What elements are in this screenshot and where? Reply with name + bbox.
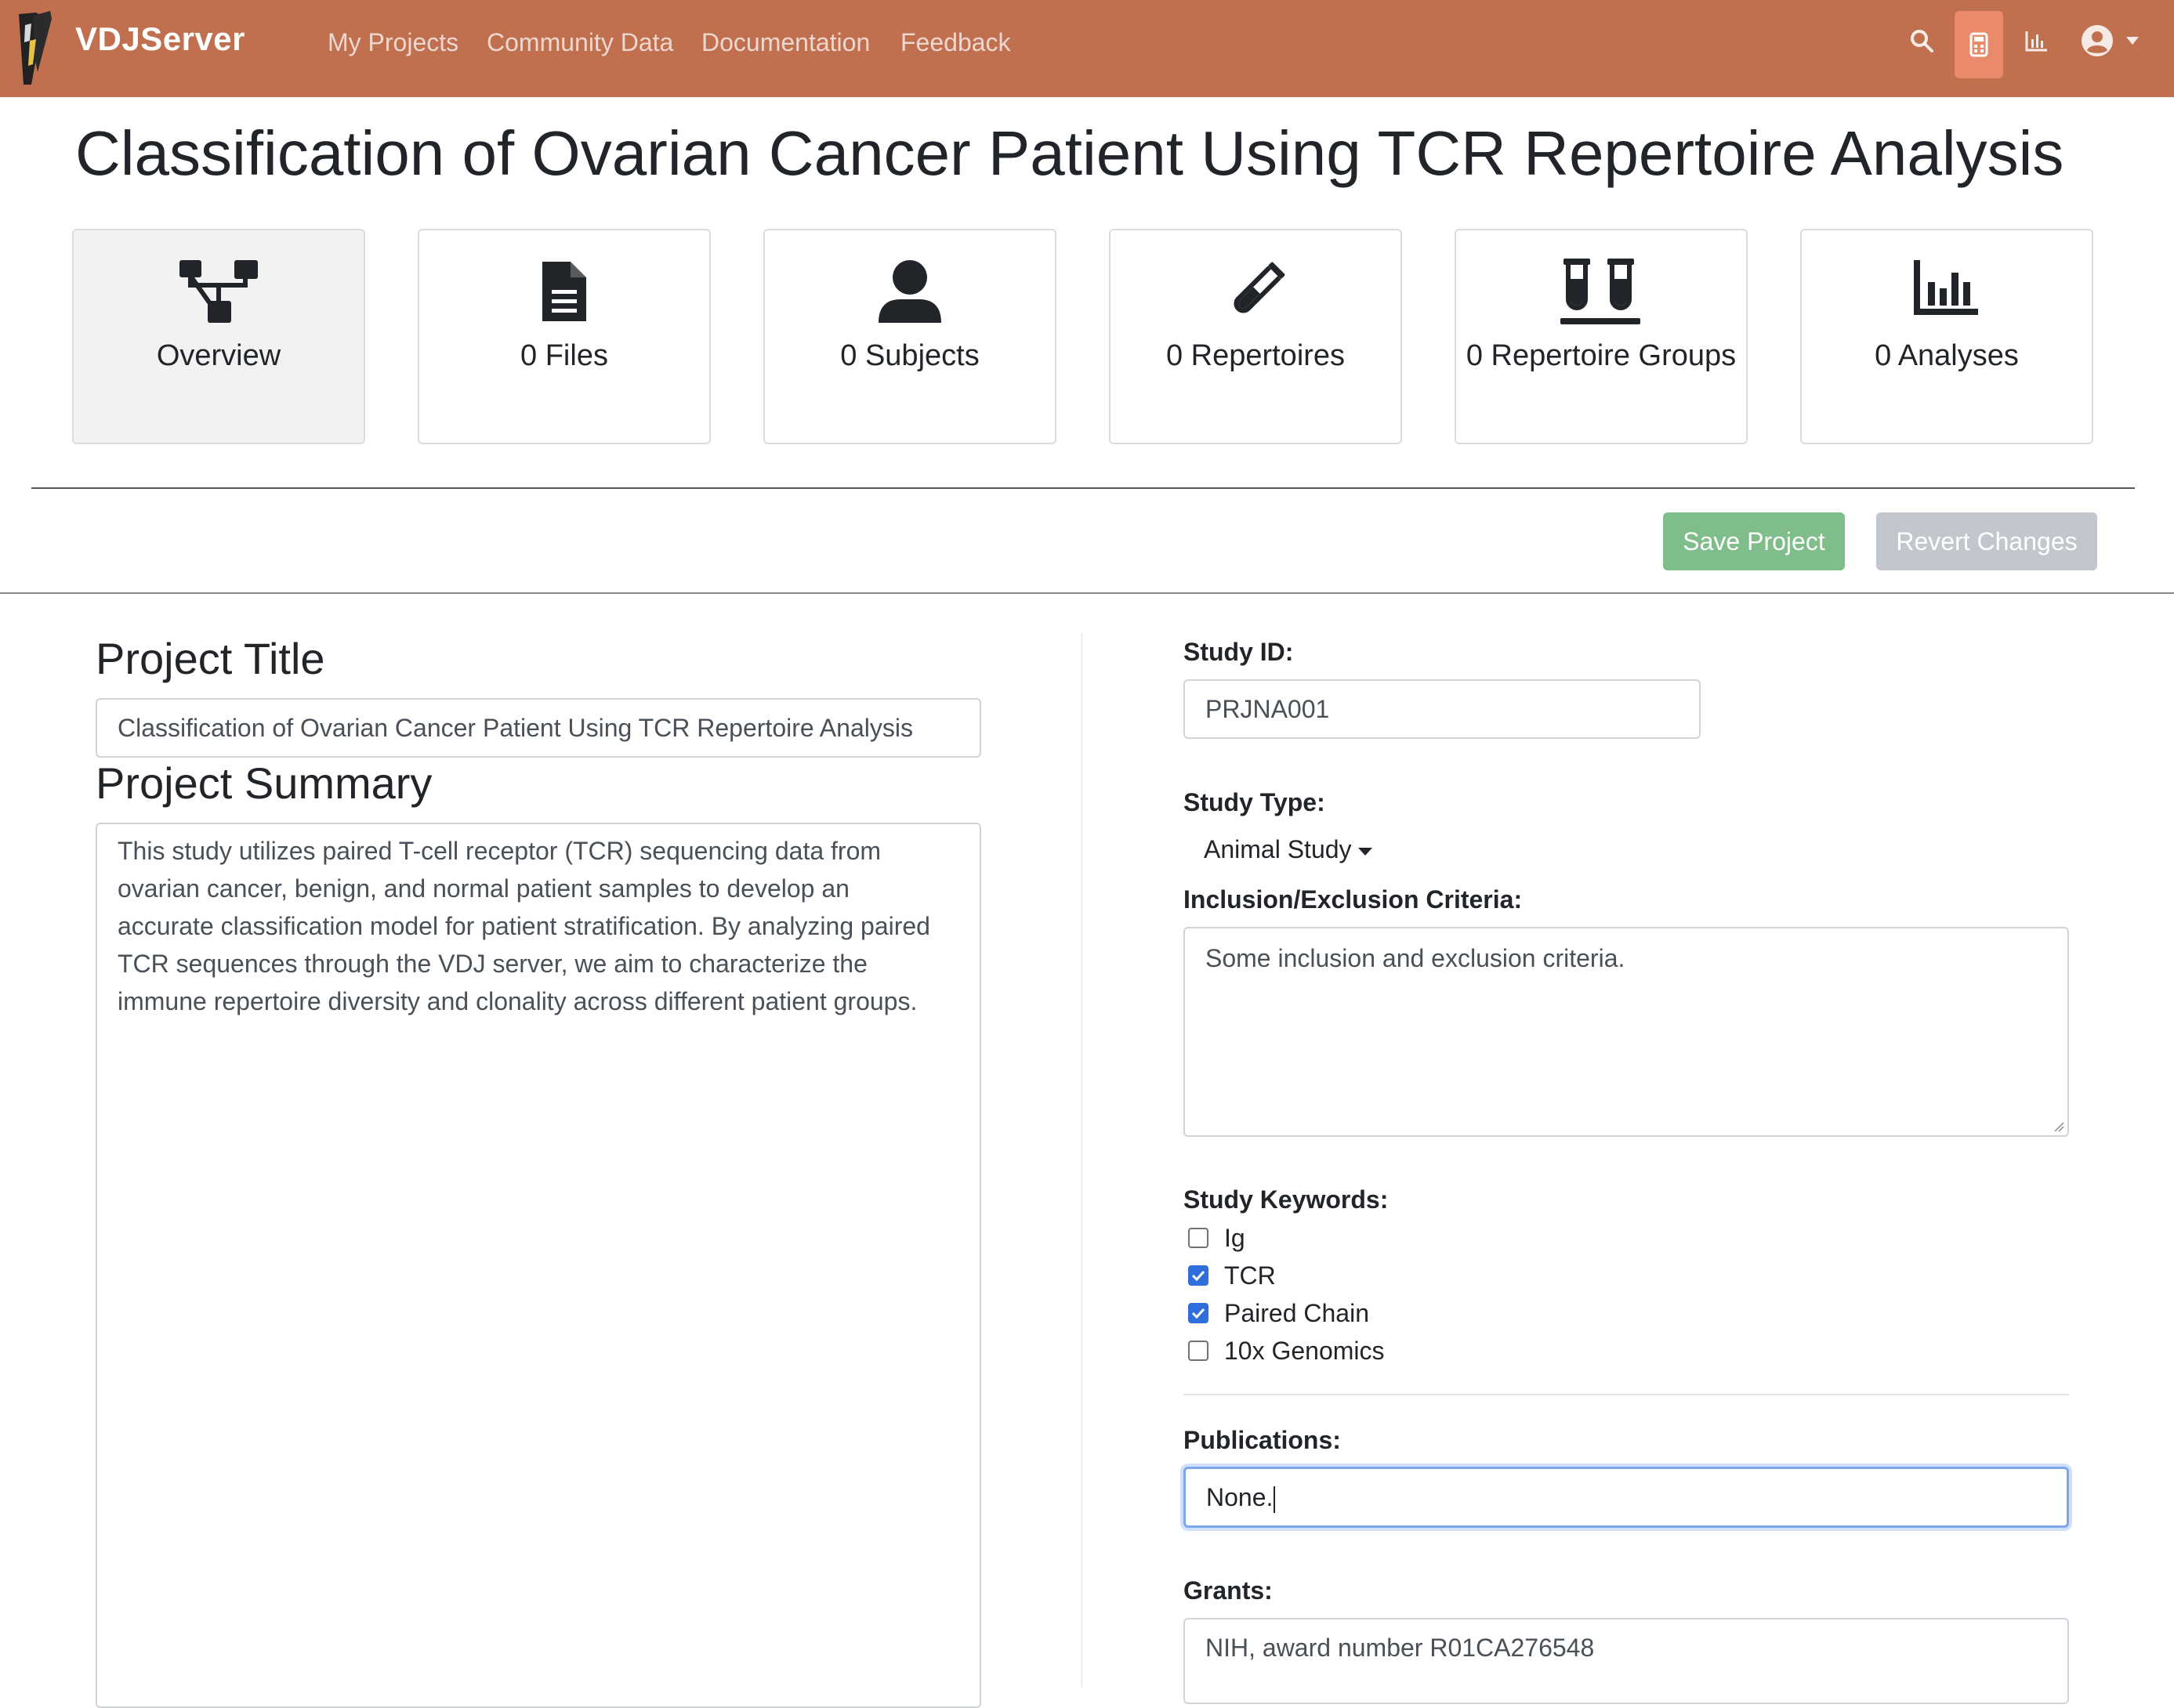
top-navbar: VDJServer My Projects Community Data Doc… (0, 0, 2174, 97)
caret-down-icon[interactable] (2125, 36, 2140, 45)
tab-overview[interactable]: Overview (72, 229, 365, 444)
criteria-text: Some inclusion and exclusion criteria. (1205, 944, 1625, 972)
tab-repertoires[interactable]: 0 Repertoires (1109, 229, 1402, 444)
page-title: Classification of Ovarian Cancer Patient… (75, 118, 2064, 188)
revert-changes-button[interactable]: Revert Changes (1876, 512, 2097, 570)
project-title-input[interactable]: Classification of Ovarian Cancer Patient… (96, 698, 981, 758)
search-icon[interactable] (1909, 28, 1934, 53)
study-keywords-label: Study Keywords: (1183, 1185, 1389, 1214)
study-type-dropdown[interactable]: Animal Study (1204, 835, 1372, 864)
chart-bar-icon (1914, 260, 1978, 315)
publications-label: Publications: (1183, 1426, 1341, 1454)
file-icon (542, 262, 586, 321)
vial-icon (1234, 262, 1285, 313)
vdjserver-logo-icon[interactable] (13, 9, 60, 88)
study-type-value: Animal Study (1204, 835, 1352, 863)
keyword-ig[interactable]: Ig (1188, 1222, 1245, 1254)
tab-files-label: 0 Files (520, 339, 608, 372)
sitemap-icon (179, 260, 258, 323)
caret-down-icon (1357, 847, 1372, 856)
keyword-paired-chain-label: Paired Chain (1224, 1298, 1369, 1327)
save-project-button[interactable]: Save Project (1663, 512, 1845, 570)
summary-line: ovarian cancer, benign, and normal patie… (118, 874, 850, 903)
project-title-heading: Project Title (96, 634, 325, 683)
criteria-textarea[interactable]: Some inclusion and exclusion criteria. (1183, 927, 2069, 1137)
tab-overview-label: Overview (156, 339, 281, 372)
tab-analyses[interactable]: 0 Analyses (1800, 229, 2093, 444)
study-id-label: Study ID: (1183, 638, 1294, 666)
toolbar-divider (0, 592, 2174, 594)
nav-documentation[interactable]: Documentation (701, 28, 870, 57)
tab-repertoire-groups[interactable]: 0 Repertoire Groups (1455, 229, 1748, 444)
keyword-tcr-checkbox[interactable] (1188, 1265, 1208, 1286)
vials-icon (1560, 259, 1640, 324)
grants-input[interactable]: NIH, award number R01CA276548 (1183, 1618, 2069, 1704)
section-divider (31, 487, 2135, 489)
keyword-ig-label: Ig (1224, 1223, 1245, 1252)
tab-subjects-label: 0 Subjects (840, 339, 980, 372)
nav-my-projects[interactable]: My Projects (328, 28, 458, 57)
study-type-label: Study Type: (1183, 788, 1325, 816)
text-cursor (1274, 1485, 1276, 1513)
calculator-icon (1969, 32, 1988, 57)
resize-grip-icon[interactable] (2052, 1120, 2064, 1132)
keyword-tcr[interactable]: TCR (1188, 1260, 1276, 1291)
nav-feedback[interactable]: Feedback (900, 28, 1011, 57)
keyword-10x-genomics[interactable]: 10x Genomics (1188, 1335, 1385, 1366)
tab-repertoires-label: 0 Repertoires (1165, 339, 1346, 372)
summary-line: accurate classification model for patien… (118, 912, 930, 940)
tab-files[interactable]: 0 Files (418, 229, 711, 444)
checkmark-icon (1191, 1270, 1205, 1282)
user-icon (879, 260, 941, 323)
keyword-10x-genomics-label: 10x Genomics (1224, 1336, 1385, 1365)
nav-community-data[interactable]: Community Data (487, 28, 673, 57)
tab-analyses-label: 0 Analyses (1875, 339, 2019, 372)
publications-value: None. (1206, 1483, 1274, 1511)
keyword-tcr-label: TCR (1224, 1261, 1276, 1290)
project-summary-textarea[interactable]: This study utilizes paired T-cell recept… (96, 823, 981, 1708)
summary-line: This study utilizes paired T-cell recept… (118, 837, 882, 865)
publications-input[interactable]: None. (1183, 1467, 2069, 1528)
keyword-ig-checkbox[interactable] (1188, 1228, 1208, 1248)
brand-name[interactable]: VDJServer (75, 20, 245, 58)
checkmark-icon (1191, 1308, 1205, 1319)
tab-repertoire-groups-label: 0 Repertoire Groups (1466, 339, 1737, 372)
study-id-input[interactable]: PRJNA001 (1183, 679, 1701, 739)
project-summary-heading: Project Summary (96, 758, 433, 808)
chart-bar-icon[interactable] (2025, 30, 2049, 52)
grants-label: Grants: (1183, 1576, 1273, 1605)
calculator-button[interactable] (1955, 11, 2003, 78)
keyword-paired-chain-checkbox[interactable] (1188, 1303, 1208, 1323)
keyword-paired-chain[interactable]: Paired Chain (1188, 1297, 1369, 1329)
summary-line: TCR sequences through the VDJ server, we… (118, 950, 868, 978)
summary-line: immune repertoire diversity and clonalit… (118, 987, 918, 1015)
user-circle-icon[interactable] (2080, 24, 2114, 58)
tab-subjects[interactable]: 0 Subjects (763, 229, 1056, 444)
keywords-divider (1183, 1394, 2069, 1395)
criteria-label: Inclusion/Exclusion Criteria: (1183, 885, 1523, 914)
keyword-10x-genomics-checkbox[interactable] (1188, 1341, 1208, 1361)
